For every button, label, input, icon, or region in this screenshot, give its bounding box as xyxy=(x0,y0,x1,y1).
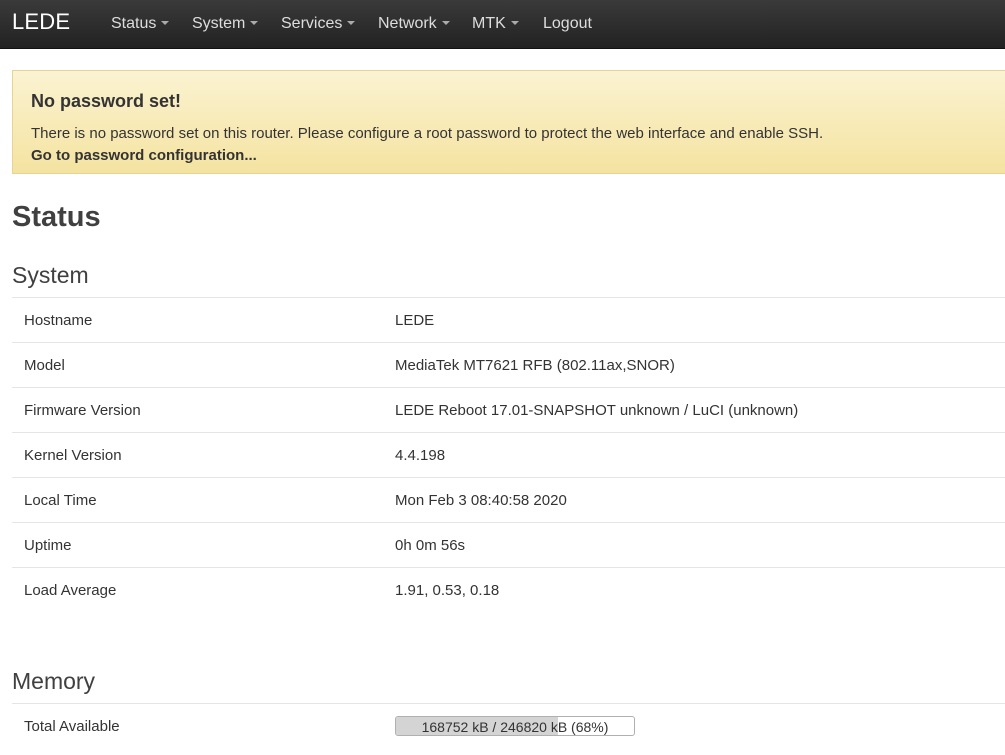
nav-menu-services[interactable]: Services xyxy=(281,15,356,33)
nav-menu-services-label: Services xyxy=(281,15,343,32)
row-label: Total Available xyxy=(24,718,120,735)
row-label: Local Time xyxy=(24,492,97,509)
row-value: 0h 0m 56s xyxy=(395,537,466,554)
row-label: Firmware Version xyxy=(24,402,141,419)
alert-title: No password set! xyxy=(31,91,182,111)
caret-down-icon xyxy=(250,20,259,25)
info-row-hostname: Hostname LEDE xyxy=(12,297,1005,342)
info-row-load-average: Load Average 1.91, 0.53, 0.18 xyxy=(12,567,1005,612)
brand-logo[interactable]: LEDE xyxy=(12,9,70,35)
info-row-kernel-version: Kernel Version 4.4.198 xyxy=(12,432,1005,477)
section-title-system: System xyxy=(12,262,89,288)
row-value: LEDE Reboot 17.01-SNAPSHOT unknown / LuC… xyxy=(395,402,799,419)
caret-down-icon xyxy=(347,20,356,25)
caret-down-icon xyxy=(510,20,519,25)
row-value: 4.4.198 xyxy=(395,447,446,464)
row-value: MediaTek MT7621 RFB (802.11ax,SNOR) xyxy=(395,357,675,374)
row-value: Mon Feb 3 08:40:58 2020 xyxy=(395,492,567,509)
nav-menu-network-label: Network xyxy=(378,15,437,32)
caret-down-icon xyxy=(441,20,450,25)
page-title: Status xyxy=(12,201,101,233)
info-row-uptime: Uptime 0h 0m 56s xyxy=(12,522,1005,567)
nav-menu-system-label: System xyxy=(192,15,246,32)
row-value: 1.91, 0.53, 0.18 xyxy=(395,582,500,599)
memory-progress-bar: 168752 kB / 246820 kB (68%) xyxy=(395,716,635,736)
row-label: Uptime xyxy=(24,537,72,554)
password-config-link[interactable]: Go to password configuration... xyxy=(31,147,257,164)
nav-logout-link[interactable]: Logout xyxy=(543,15,592,33)
memory-progress-text: 168752 kB / 246820 kB (68%) xyxy=(421,719,609,735)
top-navbar: LEDE Status System Services Network MTK … xyxy=(0,0,1005,49)
row-label: Hostname xyxy=(24,312,93,329)
no-password-alert: No password set! There is no password se… xyxy=(12,70,1005,174)
info-row-firmware-version: Firmware Version LEDE Reboot 17.01-SNAPS… xyxy=(12,387,1005,432)
section-title-memory: Memory xyxy=(12,668,96,694)
nav-menu-mtk-label: MTK xyxy=(472,15,506,32)
nav-menu-network[interactable]: Network xyxy=(378,15,450,33)
row-label: Kernel Version xyxy=(24,447,122,464)
info-row-model: Model MediaTek MT7621 RFB (802.11ax,SNOR… xyxy=(12,342,1005,387)
nav-menu-status[interactable]: Status xyxy=(111,15,170,33)
caret-down-icon xyxy=(161,20,170,25)
row-label: Load Average xyxy=(24,582,117,599)
row-value: LEDE xyxy=(395,312,435,329)
nav-menu-mtk[interactable]: MTK xyxy=(472,15,519,33)
info-row-total-available: Total Available 168752 kB / 246820 kB (6… xyxy=(12,703,1005,748)
info-row-local-time: Local Time Mon Feb 3 08:40:58 2020 xyxy=(12,477,1005,522)
nav-menu-system[interactable]: System xyxy=(192,15,259,33)
row-label: Model xyxy=(24,357,65,374)
alert-text: There is no password set on this router.… xyxy=(31,125,824,142)
nav-menu-status-label: Status xyxy=(111,15,157,32)
